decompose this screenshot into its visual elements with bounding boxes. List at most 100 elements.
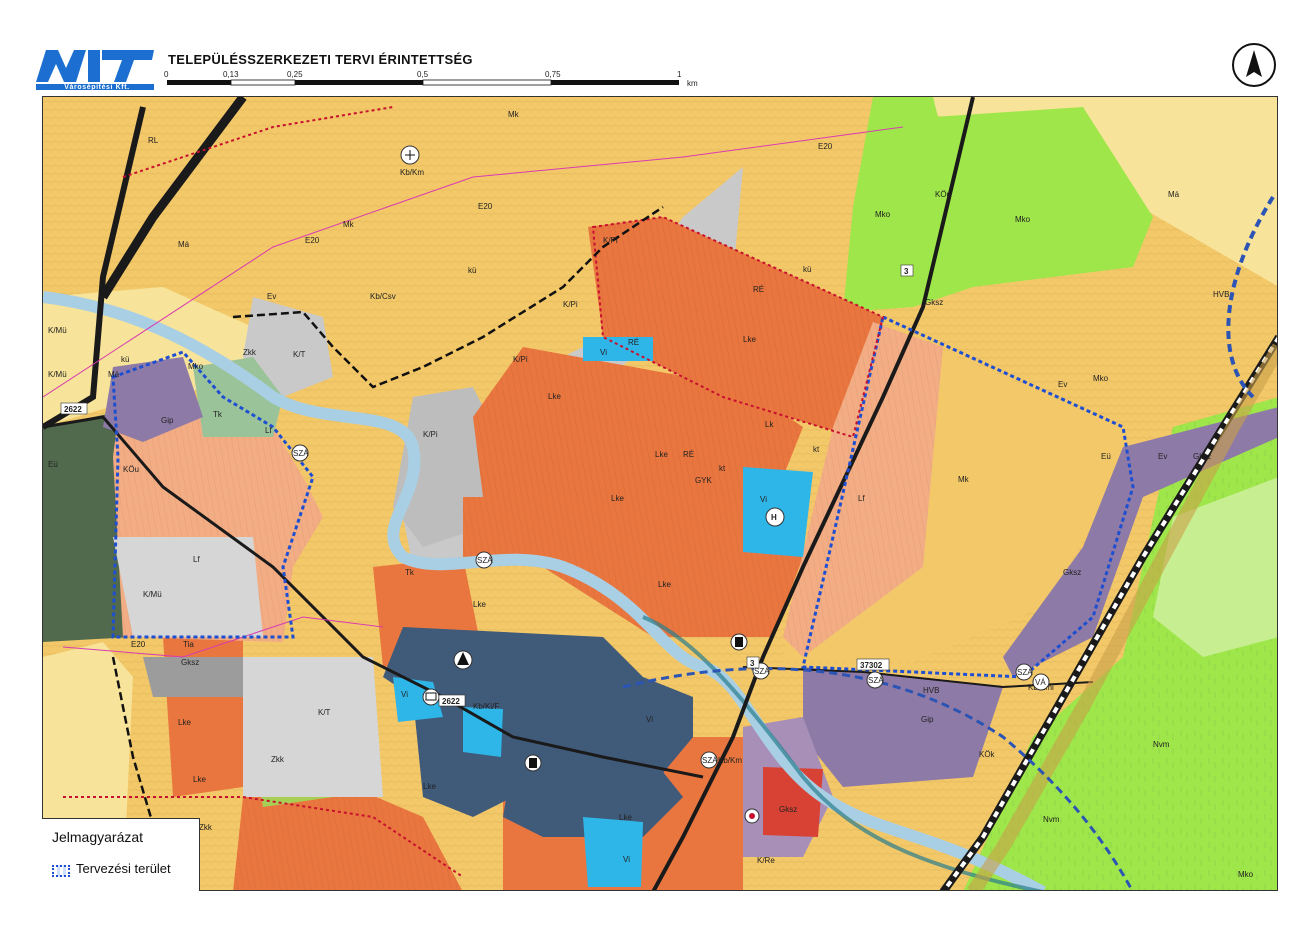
label-re-1: RÉ <box>683 450 694 459</box>
label-ma-3: Má <box>178 240 190 249</box>
label-lk: Lk <box>765 420 774 429</box>
label-lf-3: Lf <box>858 494 865 503</box>
road-37302-text: 37302 <box>860 661 883 670</box>
zone-vi-blue-4 <box>583 817 643 887</box>
label-kmu-1: K/Mü <box>143 590 162 599</box>
sza-label-1: SZÁ <box>293 449 309 458</box>
va-label: VÁ <box>1035 678 1046 687</box>
label-lke-9: Lke <box>423 782 436 791</box>
map-canvas[interactable]: Mk Mk Mk Má Má Má Mko Mko Mko Mko Mko KÖ… <box>43 97 1278 891</box>
label-zkk-3: Zkk <box>199 823 213 832</box>
label-lke-1: Lke <box>743 335 756 344</box>
legend-title: Jelmagyarázat <box>52 829 144 845</box>
label-e20-1: E20 <box>305 236 320 245</box>
sza-label-2: SZÁ <box>477 556 493 565</box>
planning-area-swatch-icon <box>52 865 70 877</box>
label-kt-2: K/T <box>293 350 306 359</box>
label-mko-4: Mko <box>188 362 204 371</box>
school-icon[interactable] <box>422 688 440 706</box>
scale-tick-5: 1 <box>677 70 682 79</box>
label-ku-3: kü <box>803 265 811 274</box>
label-tia: Tia <box>183 640 194 649</box>
label-gksz-3: Gksz <box>181 658 199 667</box>
label-lke-4: Lke <box>611 494 624 503</box>
hospital-label: H <box>771 513 777 522</box>
label-kp-4: K/Pi <box>423 430 438 439</box>
label-mko-1: Mko <box>875 210 891 219</box>
label-kt-small-2: kt <box>719 464 726 473</box>
label-lke-3: Lke <box>655 450 668 459</box>
label-kbkif: Kb/Ki/F <box>473 702 499 711</box>
road-3-north-text: 3 <box>904 267 909 276</box>
zone-vi-blue-3 <box>463 707 503 757</box>
label-mko-5: Mko <box>1238 870 1254 879</box>
label-gip-1: Gip <box>161 416 174 425</box>
label-vi-2: Vi <box>760 495 767 504</box>
label-kt-1: K/T <box>318 708 331 717</box>
sports-icon[interactable] <box>400 145 420 165</box>
label-gip-2: Gip <box>921 715 934 724</box>
label-tk-2: Tk <box>405 568 415 577</box>
label-mk-1: Mk <box>508 110 520 119</box>
scale-tick-0: 0 <box>164 70 169 79</box>
label-lke-6: Lke <box>473 600 486 609</box>
road-label-37302: 37302 <box>856 658 890 671</box>
label-gksz-1: Gksz <box>925 298 943 307</box>
label-hvb-2: HVB <box>923 686 939 695</box>
label-kmu-2: K/Mü <box>48 326 67 335</box>
company-name: Városépítési Kft. <box>64 84 130 91</box>
label-re-2: RÉ <box>628 338 639 347</box>
label-nvm-2: Nvm <box>1043 815 1060 824</box>
scale-tick-4: 0,75 <box>545 70 561 79</box>
label-lke-7: Lke <box>178 718 191 727</box>
legend-box: Jelmagyarázat Tervezési terület <box>42 818 200 891</box>
label-ku-2: kü <box>121 355 129 364</box>
road-2622-center-text: 2622 <box>442 697 460 706</box>
label-ev-3: Ev <box>267 292 276 301</box>
label-e20-4: E20 <box>131 640 146 649</box>
label-kp-1: K/Pi <box>603 236 618 245</box>
road-2622-west-text: 2622 <box>64 405 82 414</box>
church-icon[interactable] <box>453 650 473 670</box>
building-icon-1[interactable] <box>730 633 748 651</box>
label-ev: Ev <box>1058 380 1067 389</box>
sza-label-4: SZÁ <box>868 676 884 685</box>
label-kt-small-1: kt <box>813 445 820 454</box>
zone-kmu <box>113 537 263 637</box>
label-ku-1: kü <box>468 266 476 275</box>
label-lke-10: Lke <box>619 813 632 822</box>
map-area[interactable]: Mk Mk Mk Má Má Má Mko Mko Mko Mko Mko KÖ… <box>42 96 1278 891</box>
label-mk-2: Mk <box>343 220 355 229</box>
label-mk-3: Mk <box>958 475 970 484</box>
label-ma-2: Má <box>108 370 120 379</box>
label-kok: KÖk <box>979 750 996 759</box>
road-label-3-south: 3 <box>746 656 760 669</box>
label-e20-nvm: Nvm <box>1153 740 1170 749</box>
label-egy-2: Eü <box>1101 452 1111 461</box>
label-e20-2: E20 <box>818 142 833 151</box>
label-kp-2: K/Pi <box>563 300 578 309</box>
label-kmu-3: K/Mü <box>48 370 67 379</box>
label-vi-1: Vi <box>600 348 607 357</box>
hospital-marker[interactable]: H <box>765 507 785 527</box>
label-gksz-4: Gksz <box>779 805 797 814</box>
label-kp-3: K/Pi <box>513 355 528 364</box>
fire-station-icon[interactable] <box>744 808 760 824</box>
label-vi-6: Vi <box>623 855 630 864</box>
label-rl: RL <box>148 136 159 145</box>
north-arrow-icon <box>1232 43 1276 87</box>
va-marker: VÁ <box>1032 673 1050 691</box>
label-lf-1: Lf <box>265 426 272 435</box>
label-ev-2: Ev <box>1158 452 1167 461</box>
label-tk: Tk <box>213 410 223 419</box>
road-label-2622-center: 2622 <box>438 694 466 707</box>
sza-label-6: SZÁ <box>702 756 718 765</box>
label-re-3: RÉ <box>753 285 764 294</box>
label-kre: K/Re <box>757 856 775 865</box>
scale-tick-3: 0,5 <box>417 70 429 79</box>
building-icon-2[interactable] <box>524 754 542 772</box>
label-lke-5: Lke <box>658 580 671 589</box>
scale-unit: km <box>687 79 698 88</box>
label-kbcsv: Kb/Csv <box>370 292 396 301</box>
label-gyk: GYK <box>695 476 713 485</box>
